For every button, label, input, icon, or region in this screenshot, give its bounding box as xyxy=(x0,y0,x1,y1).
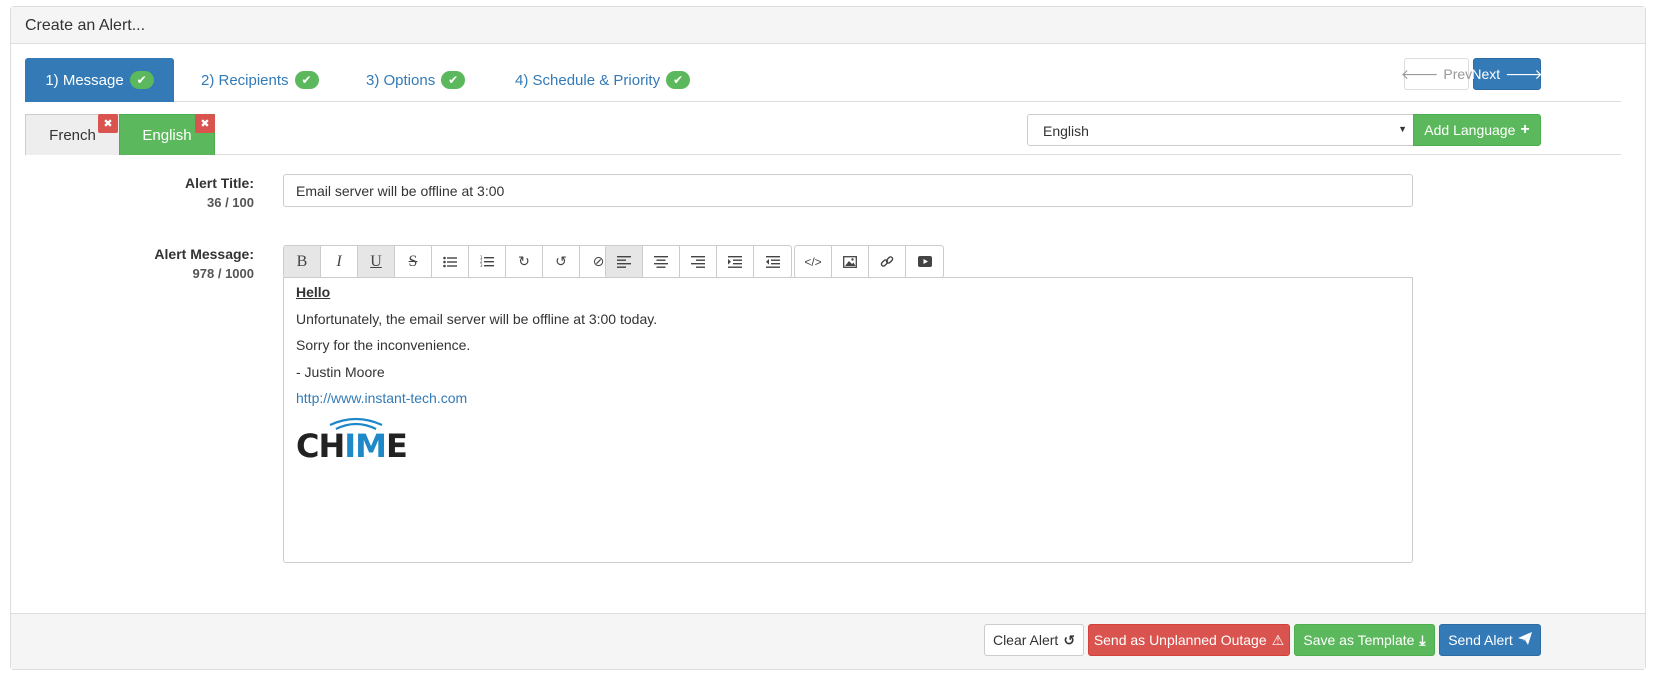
insert-toolbar-group: </> xyxy=(794,245,944,278)
align-right-icon[interactable] xyxy=(680,246,717,277)
video-icon[interactable] xyxy=(906,246,943,277)
language-select-value: English xyxy=(1043,123,1089,139)
align-toolbar-group xyxy=(605,245,792,278)
download-icon: ⤓ xyxy=(1419,631,1426,648)
language-tab-label: English xyxy=(142,126,192,144)
add-language-label: Add Language xyxy=(1424,122,1516,138)
next-button[interactable]: Next 🡒 xyxy=(1471,58,1543,90)
check-icon: ✔ xyxy=(294,71,319,89)
message-link[interactable]: http://www.instant-tech.com xyxy=(296,390,467,406)
caret-down-icon: ▼ xyxy=(1398,124,1407,134)
align-center-icon[interactable] xyxy=(643,246,680,277)
link-icon[interactable] xyxy=(869,246,906,277)
align-left-icon[interactable] xyxy=(606,246,643,277)
warning-icon: ⚠ xyxy=(1271,631,1285,648)
save-template-label: Save as Template xyxy=(1303,632,1415,648)
tab-message[interactable]: 1) Message ✔ xyxy=(25,58,174,102)
format-toolbar-group: B I U S 123 ↻ ↺ ⊘ xyxy=(283,245,618,278)
refresh-icon: ↺ xyxy=(1063,631,1076,648)
add-language-button[interactable]: Add Language + xyxy=(1413,114,1541,146)
prev-button[interactable]: 🡐 Prev xyxy=(1400,58,1473,90)
alert-title-value: Email server will be offline at 3:00 xyxy=(296,183,505,199)
tab-schedule-priority[interactable]: 4) Schedule & Priority ✔ xyxy=(501,58,704,102)
tab-label: 3) Options xyxy=(366,71,436,89)
plus-icon: + xyxy=(1520,121,1530,138)
wizard-tabs: 1) Message ✔ 2) Recipients ✔ 3) Options … xyxy=(25,58,1621,102)
send-alert-button[interactable]: Send Alert xyxy=(1439,624,1541,656)
chime-logo: CHIME xyxy=(296,417,416,465)
indent-icon[interactable] xyxy=(717,246,754,277)
alert-title-label-group: Alert Title: 36 / 100 xyxy=(54,175,254,210)
message-editor[interactable]: Hello Unfortunately, the email server wi… xyxy=(283,277,1413,563)
bold-icon[interactable]: B xyxy=(284,246,321,277)
alert-title-label: Alert Title: xyxy=(185,175,254,191)
alert-message-label: Alert Message: xyxy=(154,246,254,262)
alert-title-input[interactable]: Email server will be offline at 3:00 xyxy=(283,174,1413,207)
language-tab-label: French xyxy=(49,126,96,144)
ordered-list-icon[interactable]: 123 xyxy=(469,246,506,277)
clear-alert-button[interactable]: Clear Alert ↺ xyxy=(984,624,1084,656)
message-line: Unfortunately, the email server will be … xyxy=(296,310,658,327)
logo-text-part: CH xyxy=(296,426,345,465)
alert-message-label-group: Alert Message: 978 / 1000 xyxy=(54,246,254,281)
language-select[interactable]: English ▼ xyxy=(1027,114,1414,146)
outdent-icon[interactable] xyxy=(754,246,791,277)
check-icon: ✔ xyxy=(666,71,691,89)
check-icon: ✔ xyxy=(129,71,154,89)
logo-text-part: IM xyxy=(344,426,387,465)
message-heading: Hello xyxy=(296,284,331,300)
chime-logo-text: CHIME xyxy=(296,426,408,465)
strikethrough-icon[interactable]: S xyxy=(395,246,432,277)
message-line: Sorry for the inconvenience. xyxy=(296,337,471,353)
tab-label: 2) Recipients xyxy=(201,71,289,89)
alert-title-counter: 36 / 100 xyxy=(207,195,254,210)
arrow-right-icon: 🡒 xyxy=(1505,65,1543,82)
redo-icon[interactable]: ↻ xyxy=(506,246,543,277)
next-label: Next xyxy=(1471,66,1501,82)
panel-footer: Clear Alert ↺ Send as Unplanned Outage ⚠… xyxy=(11,613,1645,669)
italic-icon[interactable]: I xyxy=(321,246,358,277)
unordered-list-icon[interactable] xyxy=(432,246,469,277)
arrow-left-icon: 🡐 xyxy=(1400,65,1439,82)
close-icon[interactable]: ✖ xyxy=(98,114,118,133)
undo-icon[interactable]: ↺ xyxy=(543,246,580,277)
paper-plane-icon xyxy=(1517,632,1532,648)
close-icon[interactable]: ✖ xyxy=(195,114,215,133)
alert-message-counter: 978 / 1000 xyxy=(192,266,254,281)
code-icon[interactable]: </> xyxy=(795,246,832,277)
underline-icon[interactable]: U xyxy=(358,246,395,277)
check-icon: ✔ xyxy=(441,71,466,89)
save-template-button[interactable]: Save as Template ⤓ xyxy=(1294,624,1435,656)
clear-alert-label: Clear Alert xyxy=(992,632,1059,648)
image-icon[interactable] xyxy=(832,246,869,277)
tab-label: 1) Message xyxy=(45,71,124,89)
logo-text-part: E xyxy=(386,426,408,465)
panel-title: Create an Alert... xyxy=(11,7,1645,44)
message-signature: - Justin Moore xyxy=(296,363,385,380)
create-alert-panel: Create an Alert... 1) Message ✔ 2) Recip… xyxy=(10,6,1646,670)
prev-label: Prev xyxy=(1443,66,1473,82)
send-unplanned-outage-label: Send as Unplanned Outage xyxy=(1093,632,1267,648)
svg-text:3: 3 xyxy=(480,263,483,268)
tab-recipients[interactable]: 2) Recipients ✔ xyxy=(187,58,333,102)
tab-options[interactable]: 3) Options ✔ xyxy=(352,58,479,102)
send-alert-label: Send Alert xyxy=(1448,632,1513,648)
tab-label: 4) Schedule & Priority xyxy=(515,71,661,89)
send-unplanned-outage-button[interactable]: Send as Unplanned Outage ⚠ xyxy=(1088,624,1290,656)
